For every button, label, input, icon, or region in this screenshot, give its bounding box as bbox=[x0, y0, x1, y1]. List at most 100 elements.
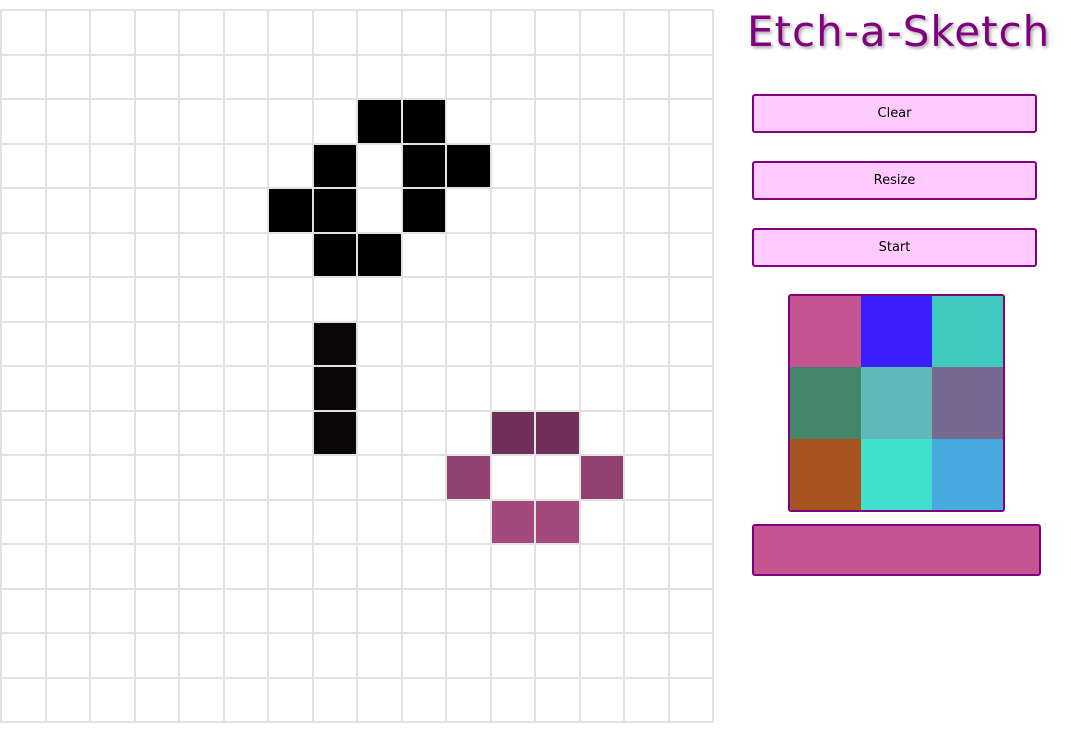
grid-cell[interactable] bbox=[400, 365, 445, 410]
grid-cell[interactable] bbox=[356, 187, 401, 232]
grid-cell[interactable] bbox=[222, 142, 267, 187]
grid-cell[interactable] bbox=[0, 498, 45, 543]
grid-cell[interactable] bbox=[222, 365, 267, 410]
grid-cell[interactable] bbox=[445, 409, 490, 454]
grid-cell[interactable] bbox=[534, 9, 579, 54]
grid-cell[interactable] bbox=[222, 231, 267, 276]
grid-cell[interactable] bbox=[445, 676, 490, 721]
grid-cell[interactable] bbox=[356, 9, 401, 54]
grid-cell[interactable] bbox=[445, 632, 490, 677]
grid-cell[interactable] bbox=[623, 187, 668, 232]
grid-cell[interactable] bbox=[222, 676, 267, 721]
grid-cell[interactable] bbox=[89, 320, 134, 365]
grid-cell[interactable] bbox=[178, 142, 223, 187]
grid-cell[interactable] bbox=[0, 142, 45, 187]
grid-cell[interactable] bbox=[0, 53, 45, 98]
palette-swatch-rust[interactable] bbox=[790, 438, 861, 510]
grid-cell[interactable] bbox=[267, 498, 312, 543]
grid-cell[interactable] bbox=[667, 543, 712, 588]
grid-cell[interactable] bbox=[400, 676, 445, 721]
grid-cell[interactable] bbox=[133, 276, 178, 321]
grid-cell[interactable] bbox=[133, 454, 178, 499]
grid-cell[interactable] bbox=[0, 676, 45, 721]
grid-cell[interactable] bbox=[89, 365, 134, 410]
grid-cell[interactable] bbox=[489, 142, 534, 187]
grid-cell[interactable] bbox=[667, 454, 712, 499]
grid-cell[interactable] bbox=[578, 231, 623, 276]
grid-cell[interactable] bbox=[0, 9, 45, 54]
grid-cell[interactable] bbox=[489, 320, 534, 365]
grid-cell[interactable] bbox=[623, 587, 668, 632]
grid-cell[interactable] bbox=[133, 365, 178, 410]
grid-cell[interactable] bbox=[400, 98, 445, 143]
grid-cell[interactable] bbox=[178, 276, 223, 321]
grid-cell[interactable] bbox=[356, 676, 401, 721]
grid-cell[interactable] bbox=[311, 98, 356, 143]
grid-cell[interactable] bbox=[623, 543, 668, 588]
grid-cell[interactable] bbox=[667, 632, 712, 677]
grid-cell[interactable] bbox=[311, 454, 356, 499]
grid-cell[interactable] bbox=[400, 320, 445, 365]
grid-cell[interactable] bbox=[534, 98, 579, 143]
grid-cell[interactable] bbox=[356, 98, 401, 143]
grid-cell[interactable] bbox=[222, 454, 267, 499]
grid-cell[interactable] bbox=[133, 187, 178, 232]
grid-cell[interactable] bbox=[400, 276, 445, 321]
grid-cell[interactable] bbox=[667, 498, 712, 543]
grid-cell[interactable] bbox=[0, 365, 45, 410]
grid-cell[interactable] bbox=[578, 587, 623, 632]
grid-cell[interactable] bbox=[311, 409, 356, 454]
grid-cell[interactable] bbox=[311, 276, 356, 321]
grid-cell[interactable] bbox=[44, 498, 89, 543]
grid-cell[interactable] bbox=[534, 632, 579, 677]
grid-cell[interactable] bbox=[356, 231, 401, 276]
grid-cell[interactable] bbox=[178, 320, 223, 365]
palette-swatch-rose[interactable] bbox=[790, 296, 861, 368]
grid-cell[interactable] bbox=[311, 632, 356, 677]
grid-cell[interactable] bbox=[356, 543, 401, 588]
grid-cell[interactable] bbox=[0, 187, 45, 232]
drawing-grid[interactable] bbox=[0, 9, 714, 723]
grid-cell[interactable] bbox=[489, 53, 534, 98]
grid-cell[interactable] bbox=[578, 676, 623, 721]
grid-cell[interactable] bbox=[311, 587, 356, 632]
grid-cell[interactable] bbox=[133, 142, 178, 187]
clear-button[interactable]: Clear bbox=[752, 94, 1037, 133]
grid-cell[interactable] bbox=[267, 320, 312, 365]
grid-cell[interactable] bbox=[89, 187, 134, 232]
grid-cell[interactable] bbox=[311, 543, 356, 588]
grid-cell[interactable] bbox=[267, 98, 312, 143]
grid-cell[interactable] bbox=[489, 98, 534, 143]
grid-cell[interactable] bbox=[489, 498, 534, 543]
grid-cell[interactable] bbox=[578, 53, 623, 98]
grid-cell[interactable] bbox=[222, 587, 267, 632]
grid-cell[interactable] bbox=[89, 454, 134, 499]
grid-cell[interactable] bbox=[445, 543, 490, 588]
grid-cell[interactable] bbox=[0, 632, 45, 677]
grid-cell[interactable] bbox=[489, 587, 534, 632]
grid-cell[interactable] bbox=[534, 320, 579, 365]
grid-cell[interactable] bbox=[534, 498, 579, 543]
grid-cell[interactable] bbox=[89, 53, 134, 98]
grid-cell[interactable] bbox=[534, 454, 579, 499]
grid-cell[interactable] bbox=[400, 142, 445, 187]
grid-cell[interactable] bbox=[267, 632, 312, 677]
grid-cell[interactable] bbox=[44, 231, 89, 276]
grid-cell[interactable] bbox=[133, 676, 178, 721]
grid-cell[interactable] bbox=[400, 9, 445, 54]
grid-cell[interactable] bbox=[178, 365, 223, 410]
grid-cell[interactable] bbox=[578, 142, 623, 187]
grid-cell[interactable] bbox=[489, 365, 534, 410]
grid-cell[interactable] bbox=[133, 587, 178, 632]
grid-cell[interactable] bbox=[400, 231, 445, 276]
grid-cell[interactable] bbox=[267, 53, 312, 98]
grid-cell[interactable] bbox=[178, 454, 223, 499]
grid-cell[interactable] bbox=[534, 676, 579, 721]
grid-cell[interactable] bbox=[623, 53, 668, 98]
grid-cell[interactable] bbox=[133, 98, 178, 143]
grid-cell[interactable] bbox=[222, 98, 267, 143]
grid-cell[interactable] bbox=[0, 587, 45, 632]
grid-cell[interactable] bbox=[267, 676, 312, 721]
grid-cell[interactable] bbox=[44, 676, 89, 721]
grid-cell[interactable] bbox=[133, 320, 178, 365]
